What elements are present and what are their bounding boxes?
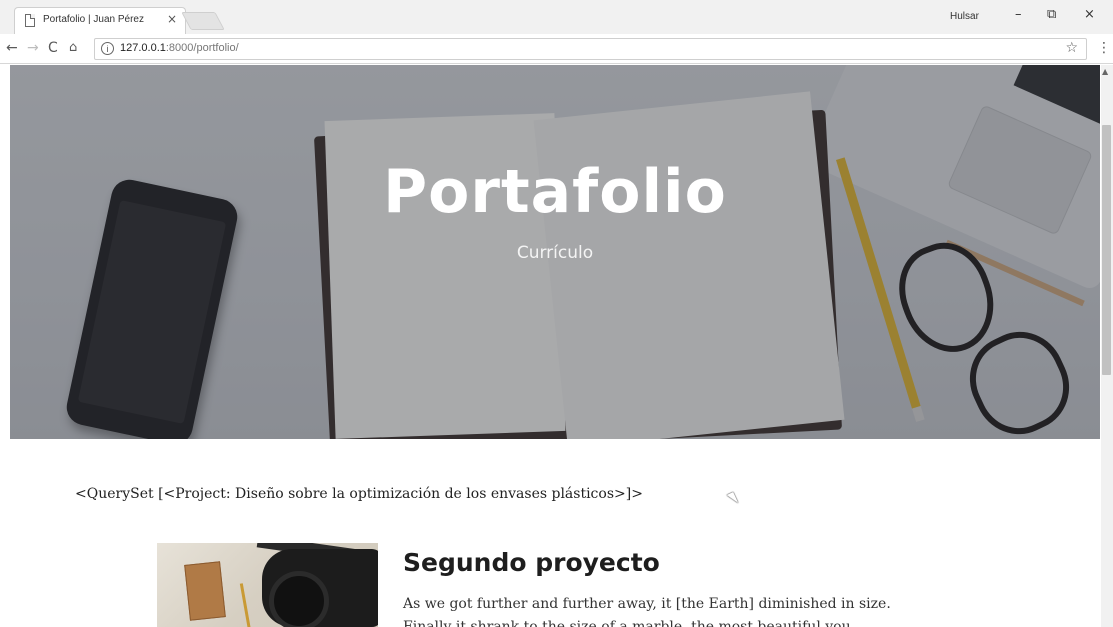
tab-title: Portafolio | Juan Pérez [43, 14, 144, 25]
browser-titlebar: Portafolio | Juan Pérez × Hulsar – ⧉ × [0, 0, 1113, 34]
forward-icon[interactable]: → [27, 40, 39, 56]
url-text[interactable]: 127.0.0.1:8000/portfolio/ [120, 42, 239, 54]
hero-banner: Portafolio Currículo [10, 65, 1100, 439]
book-image [184, 561, 226, 621]
bookmark-star-icon[interactable]: ☆ [1065, 40, 1078, 56]
new-tab-button[interactable] [181, 12, 225, 30]
browser-toolbar: ← → C ⌂ i 127.0.0.1:8000/portfolio/ ☆ ⋮ [0, 34, 1113, 64]
profile-button[interactable]: Hulsar [950, 11, 979, 22]
camera-lens-image [269, 571, 329, 627]
site-info-icon[interactable]: i [101, 42, 114, 55]
page-icon [25, 14, 35, 27]
project-description: As we got further and further away, it [… [403, 596, 891, 612]
hero-subtitle: Currículo [516, 243, 594, 263]
minimize-button[interactable]: – [1015, 7, 1022, 22]
address-bar[interactable]: i 127.0.0.1:8000/portfolio/ ☆ [94, 38, 1087, 60]
queryset-debug-text: <QuerySet [<Project: Diseño sobre la opt… [75, 486, 643, 502]
browser-tab[interactable]: Portafolio | Juan Pérez × [14, 7, 186, 34]
close-tab-icon[interactable]: × [167, 12, 177, 26]
reload-icon[interactable]: C [48, 40, 58, 56]
project-image[interactable] [157, 543, 378, 627]
project-title: Segundo proyecto [403, 548, 660, 577]
restore-button[interactable]: ⧉ [1047, 7, 1056, 22]
browser-menu-icon[interactable]: ⋮ [1097, 40, 1111, 56]
hero-title: Portafolio [383, 157, 727, 227]
project-description-continued: Finally it shrank to the size of a marbl… [403, 619, 851, 627]
scroll-up-arrow-icon[interactable]: ▲ [1102, 67, 1108, 76]
back-icon[interactable]: ← [6, 40, 18, 56]
scrollbar-thumb[interactable] [1102, 125, 1111, 375]
home-icon[interactable]: ⌂ [69, 40, 77, 55]
close-window-button[interactable]: × [1084, 7, 1095, 22]
url-path: :8000/portfolio/ [165, 42, 239, 54]
mouse-cursor-icon [726, 492, 739, 506]
url-host: 127.0.0.1 [120, 42, 166, 54]
page-viewport: Portafolio Currículo ▲ <QuerySet [<Proje… [0, 65, 1113, 627]
